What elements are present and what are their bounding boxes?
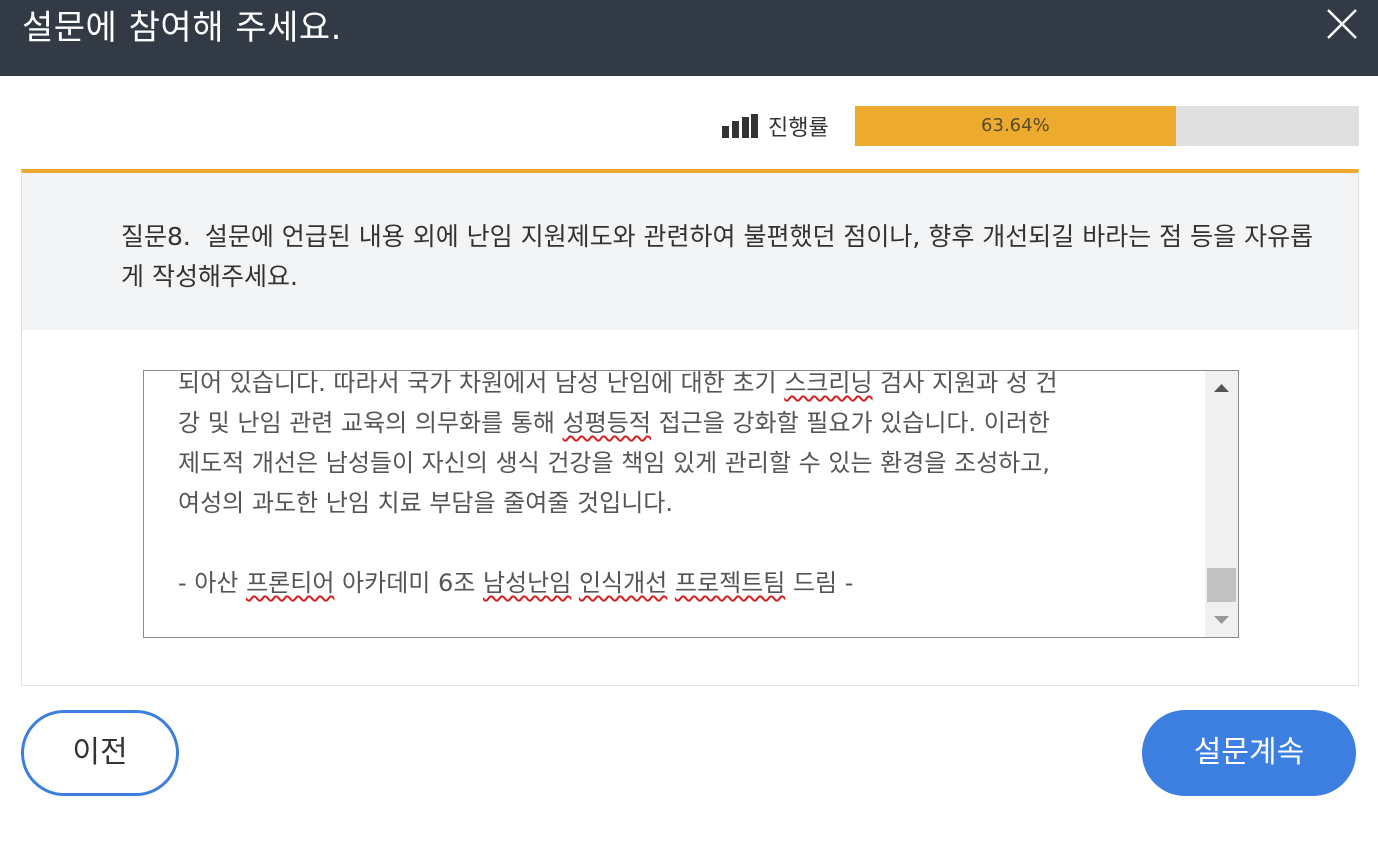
spellcheck-word: 인식개선 bbox=[578, 569, 668, 597]
previous-button[interactable]: 이전 bbox=[21, 710, 179, 796]
answer-line: 되어 있습니다. 따라서 국가 차원에서 남성 난임에 대한 초기 스크리닝 검… bbox=[178, 370, 1168, 403]
close-button[interactable] bbox=[1322, 4, 1362, 44]
answer-line: 제도적 개선은 남성들이 자신의 생식 건강을 책임 있게 관리할 수 있는 환… bbox=[178, 443, 1168, 483]
answer-text[interactable]: 되어 있습니다. 따라서 국가 차원에서 남성 난임에 대한 초기 스크리닝 검… bbox=[178, 370, 1168, 603]
answer-text-segment: 강 및 난임 관련 교육의 의무화를 통해 bbox=[178, 409, 563, 437]
scroll-up-arrow-icon bbox=[1214, 384, 1229, 392]
answer-text-segment: 제도적 개선은 남성들이 자신의 생식 건강을 책임 있게 관리할 수 있는 환… bbox=[178, 449, 1050, 477]
dialog-header: 설문에 참여해 주세요. bbox=[0, 0, 1378, 76]
question-card: 질문8. 설문에 언급된 내용 외에 난임 지원제도와 관련하여 불편했던 점이나… bbox=[21, 169, 1359, 686]
spellcheck-word: 스크리닝 bbox=[784, 370, 873, 397]
answer-text-segment: 검사 지원과 성 건 bbox=[872, 370, 1058, 397]
answer-text-segment: 여성의 과도한 난임 치료 부담을 줄여줄 것입니다. bbox=[178, 489, 674, 517]
bar-chart-icon bbox=[722, 114, 758, 138]
question-box: 질문8. 설문에 언급된 내용 외에 난임 지원제도와 관련하여 불편했던 점이나… bbox=[22, 173, 1358, 330]
scroll-up-button[interactable] bbox=[1205, 371, 1238, 403]
answer-text-segment: 아카데미 6조 bbox=[334, 569, 483, 597]
question-number: 질문8. bbox=[121, 222, 191, 251]
answer-line: 여성의 과도한 난임 치료 부담을 줄여줄 것입니다. bbox=[178, 483, 1168, 523]
progress-percent: 63.64% bbox=[981, 115, 1050, 136]
close-icon bbox=[1327, 9, 1357, 39]
answer-text-segment: 드림 - bbox=[785, 569, 854, 597]
answer-text-segment: 되어 있습니다. 따라서 국가 차원에서 남성 난임에 대한 초기 bbox=[178, 370, 785, 397]
progress-bar: 63.64% bbox=[855, 106, 1359, 146]
answer-line: 강 및 난임 관련 교육의 의무화를 통해 성평등적 접근을 강화할 필요가 있… bbox=[178, 403, 1168, 443]
continue-survey-button[interactable]: 설문계속 bbox=[1142, 710, 1356, 796]
answer-text-segment bbox=[571, 569, 579, 597]
progress-label: 진행률 bbox=[768, 116, 829, 141]
scroll-down-arrow-icon bbox=[1214, 616, 1229, 624]
question-text: 질문8. 설문에 언급된 내용 외에 난임 지원제도와 관련하여 불편했던 점이나… bbox=[121, 217, 1321, 297]
answer-textarea[interactable]: 되어 있습니다. 따라서 국가 차원에서 남성 난임에 대한 초기 스크리닝 검… bbox=[143, 370, 1239, 638]
answer-text-segment: 접근을 강화할 필요가 있습니다. 이러한 bbox=[650, 409, 1050, 437]
spellcheck-word: 성평등적 bbox=[562, 409, 651, 437]
question-body: 설문에 언급된 내용 외에 난임 지원제도와 관련하여 불편했던 점이나, 향후… bbox=[121, 222, 1314, 291]
dialog-title: 설문에 참여해 주세요. bbox=[22, 8, 342, 48]
scroll-down-button[interactable] bbox=[1205, 605, 1238, 637]
spellcheck-word: 프론티어 bbox=[246, 569, 335, 597]
answer-text-segment bbox=[667, 569, 675, 597]
textarea-scrollbar[interactable] bbox=[1205, 371, 1238, 637]
progress-section: 진행률 63.64% bbox=[0, 100, 1378, 152]
answer-text-segment: - 아산 bbox=[178, 569, 247, 597]
answer-line bbox=[178, 523, 1168, 563]
spellcheck-word: 남성난임 bbox=[482, 569, 572, 597]
spellcheck-word: 프로젝트팀 bbox=[674, 569, 786, 597]
scroll-thumb[interactable] bbox=[1207, 568, 1236, 602]
answer-line: - 아산 프론티어 아카데미 6조 남성난임 인식개선 프로젝트팀 드림 - bbox=[178, 563, 1168, 603]
